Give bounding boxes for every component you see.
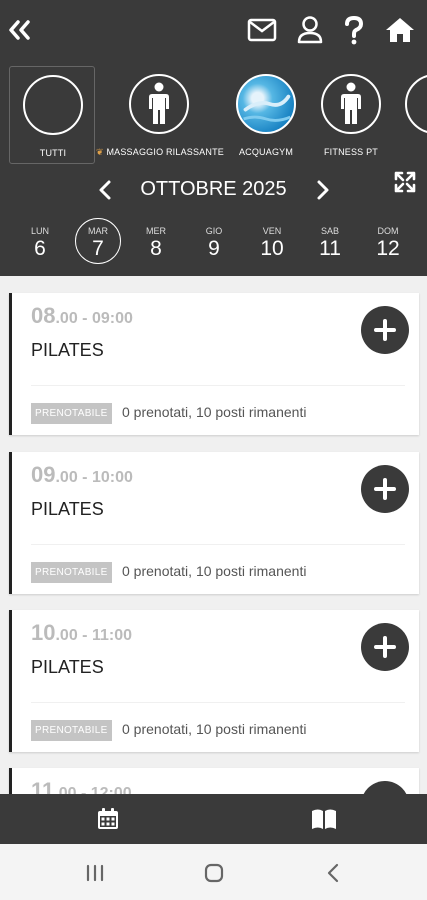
day-cell[interactable]: SAB 11	[306, 216, 354, 268]
status-badge: PRENOTABILE	[31, 562, 112, 583]
day-number: 8	[150, 237, 162, 260]
category-circle	[405, 74, 427, 134]
next-month-icon[interactable]	[310, 178, 334, 202]
class-time: 10.00 - 11:00	[31, 620, 132, 645]
day-name: DOM	[377, 226, 399, 236]
double-chevron-left-icon[interactable]	[4, 14, 36, 46]
class-time: 08.00 - 09:00	[31, 303, 133, 328]
category-fitness-pt[interactable]: FITNESS PT	[308, 66, 394, 164]
day-number: 9	[208, 237, 220, 260]
status-badge: PRENOTABILE	[31, 720, 112, 741]
day-cell[interactable]: VEN 10	[248, 216, 296, 268]
bottom-nav	[0, 794, 427, 844]
day-cell[interactable]: GIO 9	[190, 216, 238, 268]
app-header: TUTTI ❦ MASSAGGIO RILASSANTE ACQUAGYM FI…	[0, 0, 427, 276]
day-cell[interactable]: MER 8	[132, 216, 180, 268]
category-selector: TUTTI ❦ MASSAGGIO RILASSANTE ACQUAGYM FI…	[0, 66, 427, 166]
category-massaggio-rilassante[interactable]: ❦ MASSAGGIO RILASSANTE	[96, 66, 224, 164]
class-name: PILATES	[31, 499, 104, 519]
day-cell[interactable]: LUN 6	[16, 216, 64, 268]
mail-icon[interactable]	[246, 14, 278, 46]
plus-icon	[374, 636, 396, 658]
home-button-icon[interactable]	[202, 861, 226, 885]
day-name: VEN	[262, 226, 282, 236]
divider	[31, 385, 405, 386]
availability-text: 0 prenotati, 10 posti rimanenti	[122, 404, 307, 420]
availability-text: 0 prenotati, 10 posti rimanenti	[122, 563, 307, 579]
class-card[interactable]: 09.00 - 10:00 PILATES PRENOTABILE 0 pren…	[9, 452, 419, 594]
day-name: SAB	[320, 226, 339, 236]
selected-day-ring	[75, 218, 121, 264]
system-nav-bar	[0, 844, 427, 900]
category-circle	[23, 75, 83, 135]
month-label: OTTOBRE 2025	[140, 178, 287, 200]
availability-text: 0 prenotati, 10 posti rimanenti	[122, 721, 307, 737]
home-icon[interactable]	[384, 14, 416, 46]
week-day-strip: LUN 6 MAR 7 MER 8 GIO 9 VEN 10 SAB 11 DOM 12	[0, 216, 427, 274]
divider	[31, 702, 405, 703]
day-name: MER	[146, 226, 166, 236]
day-number: 6	[34, 237, 46, 260]
day-number: 11	[319, 237, 341, 260]
book-icon[interactable]	[310, 806, 338, 832]
category-partial[interactable]	[392, 66, 427, 164]
class-time: 11.00 - 12:00	[31, 778, 132, 794]
class-name: PILATES	[31, 657, 104, 677]
status-badge: PRENOTABILE	[31, 403, 112, 424]
person-icon	[321, 74, 381, 134]
day-name: GIO	[205, 226, 223, 236]
user-icon[interactable]	[294, 14, 326, 46]
class-list: 08.00 - 09:00 PILATES PRENOTABILE 0 pren…	[0, 276, 427, 794]
add-booking-button[interactable]	[361, 465, 409, 513]
class-card[interactable]: 08.00 - 09:00 PILATES PRENOTABILE 0 pren…	[9, 293, 419, 435]
month-navigator: OTTOBRE 2025	[0, 170, 427, 208]
help-icon[interactable]	[338, 14, 370, 46]
top-bar	[0, 0, 427, 62]
class-name: PILATES	[31, 340, 104, 360]
plus-icon	[374, 319, 396, 341]
class-card[interactable]: 11.00 - 12:00	[9, 768, 419, 794]
back-icon[interactable]	[322, 861, 346, 885]
add-booking-button[interactable]	[361, 623, 409, 671]
expand-icon[interactable]	[393, 170, 417, 194]
day-number: 12	[376, 237, 400, 260]
add-booking-button[interactable]	[361, 306, 409, 354]
add-booking-button[interactable]	[361, 781, 409, 794]
calendar-icon[interactable]	[95, 806, 121, 832]
class-time: 09.00 - 10:00	[31, 462, 133, 487]
day-cell[interactable]: DOM 12	[364, 216, 412, 268]
category-tutti[interactable]: TUTTI	[9, 66, 95, 164]
recents-icon[interactable]	[83, 861, 107, 885]
day-cell-selected[interactable]: MAR 7	[74, 216, 122, 268]
person-icon	[129, 74, 189, 134]
divider	[31, 544, 405, 545]
plus-icon	[374, 478, 396, 500]
day-number: 10	[260, 237, 284, 260]
pool-photo	[236, 74, 296, 134]
day-name: LUN	[30, 226, 49, 236]
class-card[interactable]: 10.00 - 11:00 PILATES PRENOTABILE 0 pren…	[9, 610, 419, 752]
